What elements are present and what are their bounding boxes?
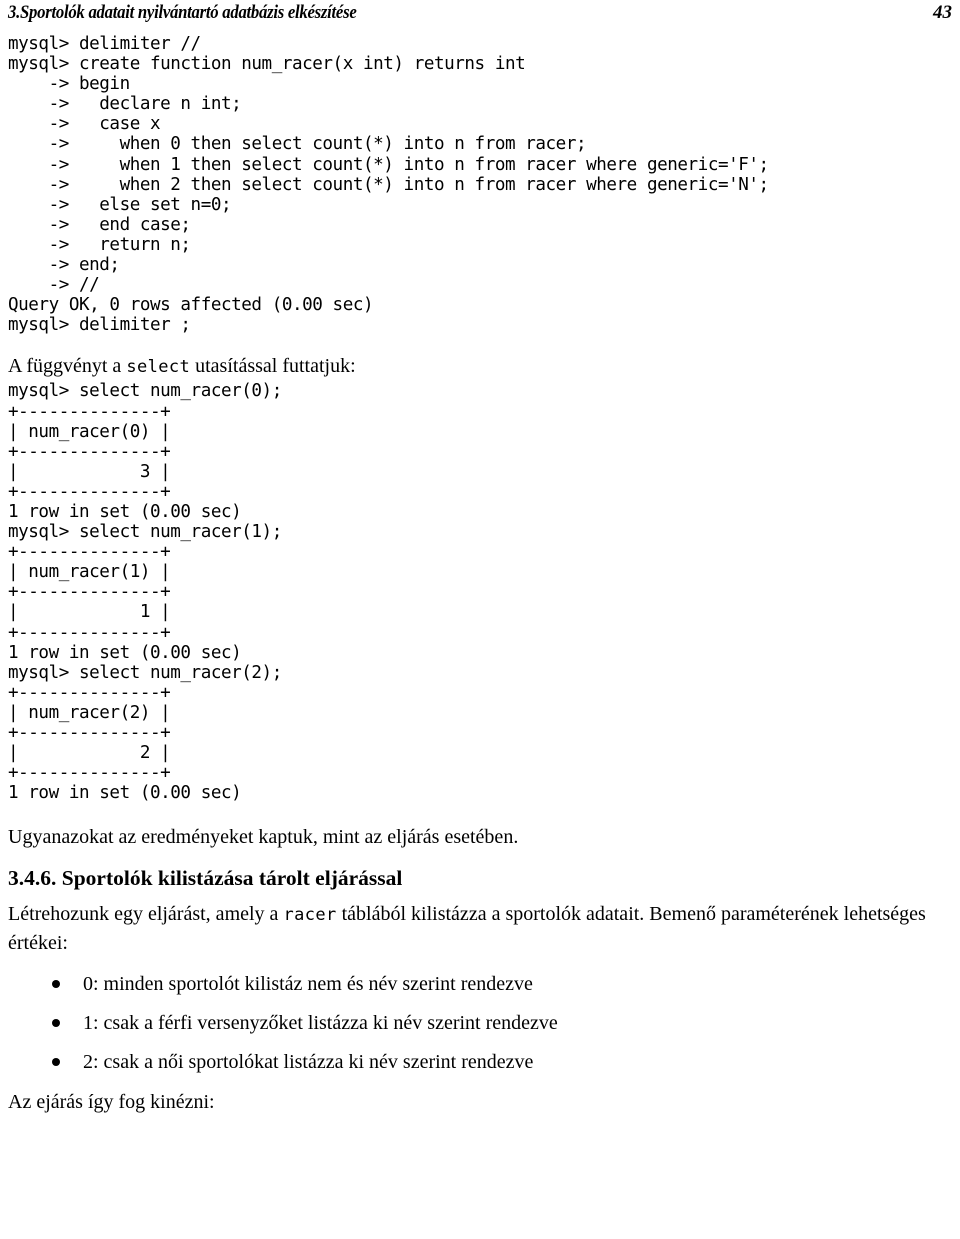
bullet-point-icon xyxy=(52,980,60,989)
list-item: 1: csak a férfi versenyzőket listázza ki… xyxy=(8,1010,952,1036)
bullet-point-icon xyxy=(52,1019,60,1028)
paragraph-same-results: Ugyanazokat az eredményeket kaptuk, mint… xyxy=(8,826,519,849)
bullet-point-icon xyxy=(52,1058,60,1067)
code-block-select-num-racer-2: mysql> select num_racer(2); +-----------… xyxy=(8,662,282,804)
inline-code-select: select xyxy=(126,357,191,378)
paragraph-select-intro: A függvényt a select utasítással futtatj… xyxy=(8,352,952,381)
code-block-delimiter-reset: mysql> delimiter ; xyxy=(8,315,191,336)
procedure-intro-text-before: Létrehozunk egy eljárást, amely a xyxy=(8,903,284,926)
section-heading: 3.4.6. Sportolók kilistázása tárolt eljá… xyxy=(8,866,403,891)
list-item-label: 2: csak a női sportolókat listázza ki né… xyxy=(83,1051,534,1074)
code-block-select-num-racer-1: mysql> select num_racer(1); +-----------… xyxy=(8,522,282,663)
code-block-select-num-racer-0: mysql> select num_racer(0); +-----------… xyxy=(8,381,282,522)
list-item-label: 0: minden sportolót kilistáz nem és név … xyxy=(83,973,533,996)
code-block-create-function: mysql> delimiter // mysql> create functi… xyxy=(8,34,769,316)
select-intro-text-before: A függvényt a xyxy=(8,355,127,378)
select-intro-text-after: utasítással futtatjuk: xyxy=(190,355,356,378)
document-page: 3.Sportolók adatait nyilvántartó adatbáz… xyxy=(0,0,960,1239)
list-item: 2: csak a női sportolókat listázza ki né… xyxy=(8,1049,952,1075)
running-header-title: 3.Sportolók adatait nyilvántartó adatbáz… xyxy=(8,2,357,23)
paragraph-closing: Az ejárás így fog kinézni: xyxy=(8,1091,215,1114)
page-number: 43 xyxy=(933,2,952,23)
parameter-value-list: 0: minden sportolót kilistáz nem és név … xyxy=(8,971,952,1075)
paragraph-procedure-intro: Létrehozunk egy eljárást, amely a racer … xyxy=(8,900,960,957)
inline-code-racer: racer xyxy=(283,905,337,926)
list-item-label: 1: csak a férfi versenyzőket listázza ki… xyxy=(83,1012,558,1035)
list-item: 0: minden sportolót kilistáz nem és név … xyxy=(8,971,952,997)
running-header: 3.Sportolók adatait nyilvántartó adatbáz… xyxy=(8,0,952,28)
